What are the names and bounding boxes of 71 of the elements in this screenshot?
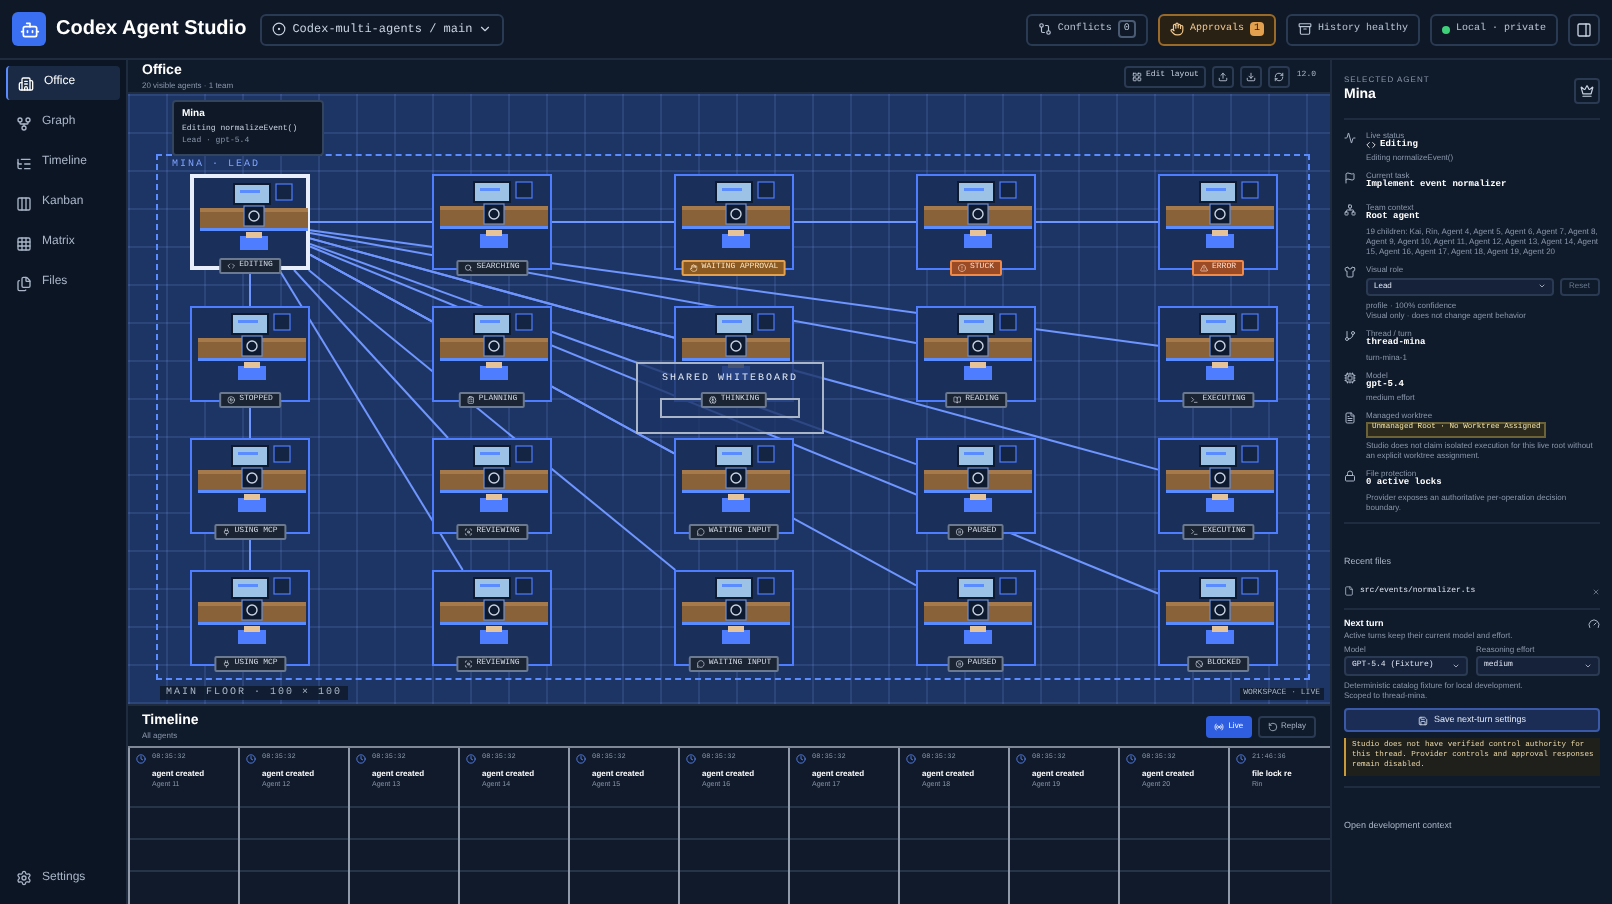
blocked-icon: [1195, 660, 1204, 668]
message-icon: [696, 528, 705, 536]
grid-icon: [16, 235, 32, 251]
files-icon: [16, 275, 32, 291]
terminal-icon: [1190, 396, 1199, 404]
flag-icon: [1344, 172, 1356, 185]
list-icon: [16, 155, 32, 171]
clock-icon: [466, 754, 476, 765]
lock-icon: [1344, 469, 1356, 482]
clipboard-icon: [466, 396, 475, 404]
panel-icon: [1576, 21, 1592, 37]
branch-icon: [1344, 329, 1356, 342]
robot-icon: [19, 19, 39, 39]
scan-icon: [464, 528, 473, 536]
fork-icon: [16, 115, 32, 131]
network-icon: [1344, 204, 1356, 216]
gauge-icon: [1588, 618, 1600, 631]
plug-icon: [222, 660, 231, 668]
clock-icon: [356, 754, 366, 765]
toolbar-button[interactable]: [1240, 65, 1263, 87]
clock-icon: [136, 754, 146, 765]
download-icon: [1246, 71, 1257, 81]
upload-icon: [1218, 71, 1229, 81]
chip-icon: [1344, 371, 1356, 383]
crown-button[interactable]: [1574, 77, 1600, 104]
save-icon: [1417, 715, 1428, 726]
pause-icon: [955, 528, 964, 536]
badge-frame: [660, 397, 800, 417]
warning-icon: [1200, 264, 1208, 272]
clock-icon: [1016, 754, 1026, 765]
panel-toggle-button[interactable]: [1568, 13, 1600, 45]
compare-icon: [1037, 22, 1052, 36]
archive-icon: [1297, 22, 1312, 36]
code-icon: [227, 262, 236, 270]
clock-icon: [576, 754, 586, 765]
scan-icon: [464, 660, 473, 668]
message-icon: [696, 660, 705, 668]
crown-icon: [1580, 83, 1594, 98]
chevron-icon: [478, 22, 493, 36]
toolbar-button[interactable]: [1212, 65, 1235, 87]
file-icon: [1344, 586, 1354, 597]
code-icon: [1366, 140, 1376, 151]
refresh-icon: [1274, 71, 1285, 81]
clock-icon: [1236, 754, 1246, 765]
clock-icon: [246, 754, 256, 765]
clock-icon: [1126, 754, 1136, 765]
search-icon: [464, 264, 473, 272]
app-title: Codex Agent Studio: [56, 16, 247, 44]
shirt-icon: [1344, 265, 1356, 278]
clock-icon: [796, 754, 806, 765]
clock-icon: [686, 754, 696, 765]
activity-icon: [1344, 131, 1356, 143]
book-icon: [953, 396, 962, 404]
pause-icon: [955, 660, 964, 668]
radio-icon: [1214, 721, 1225, 731]
layout-icon: [1131, 71, 1142, 81]
plug-icon: [222, 528, 231, 536]
stop-icon: [227, 396, 236, 404]
clock-icon: [906, 754, 916, 765]
replay-icon: [1267, 721, 1278, 731]
brain-icon: [708, 396, 717, 404]
terminal-icon: [1190, 528, 1199, 536]
toolbar-button[interactable]: [1268, 65, 1291, 87]
settings-icon: [16, 870, 32, 886]
circle-icon: [272, 22, 287, 36]
hand-icon: [689, 264, 698, 272]
hand-icon: [1169, 22, 1184, 36]
building-icon: [18, 75, 34, 91]
document-icon: [1344, 412, 1356, 425]
columns-icon: [16, 195, 32, 211]
alert-icon: [958, 264, 966, 272]
